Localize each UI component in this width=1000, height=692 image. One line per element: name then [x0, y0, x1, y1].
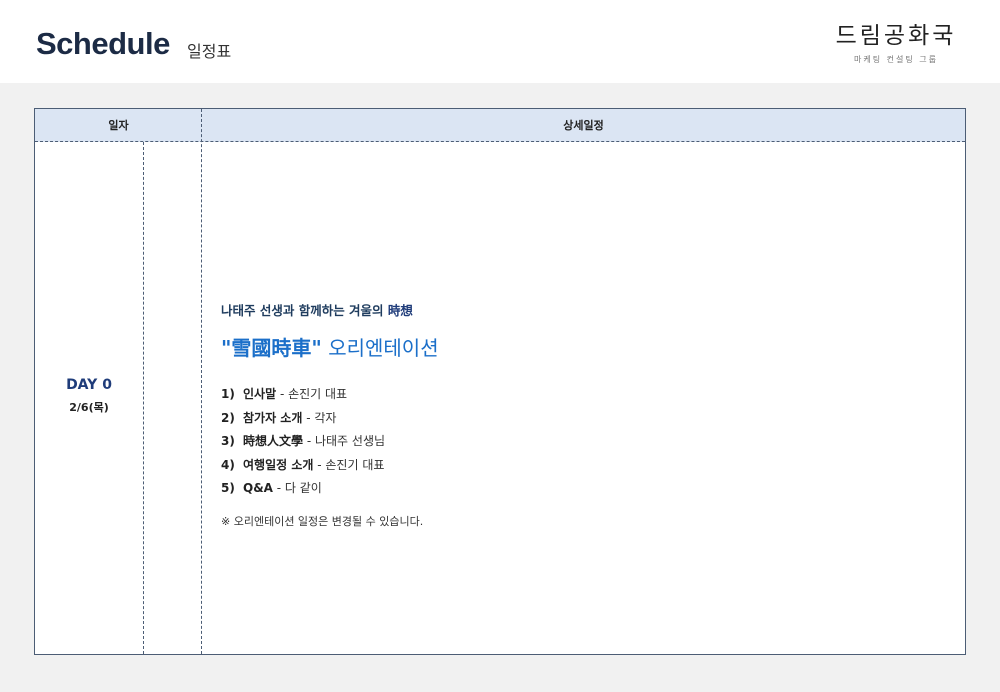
- headline-quoted: "雪國時車": [221, 336, 322, 360]
- detail-cell: 나태주 선생과 함께하는 겨울의 時想 "雪國時車" 오리엔테이션 1) 인사말 …: [221, 300, 921, 529]
- agenda-list: 1) 인사말 - 손진기 대표 2) 참가자 소개 - 각자 3) 時想人文學 - 나…: [221, 383, 921, 501]
- day-cell: DAY 0 2/6(목): [35, 377, 143, 415]
- page-title: Schedule: [36, 26, 170, 61]
- agenda-desc: - 다 같이: [272, 481, 322, 495]
- agenda-number: 4): [221, 457, 235, 472]
- agenda-item: 1) 인사말 - 손진기 대표: [221, 383, 921, 407]
- top-bar: Schedule 일정표 드림공화국 마케팅 컨설팅 그룹: [0, 0, 1000, 83]
- schedule-table: 일자 상세일정 DAY 0 2/6(목) 나태주 선생과 함께하는 겨울의 時想…: [34, 108, 966, 655]
- intro-line: 나태주 선생과 함께하는 겨울의 時想: [221, 300, 921, 319]
- agenda-title: 인사말: [243, 387, 277, 401]
- agenda-title: Q&A: [243, 481, 273, 495]
- column-header-date: 일자: [108, 119, 129, 132]
- headline-rest: 오리엔테이션: [321, 336, 439, 360]
- agenda-item: 5) Q&A - 다 같이: [221, 477, 921, 501]
- brand-tagline: 마케팅 컨설팅 그룹: [854, 55, 938, 64]
- table-header: 일자 상세일정: [35, 109, 965, 142]
- day-date: 2/6(목): [69, 401, 109, 414]
- intro-text: 나태주 선생과 함께하는 겨울의: [221, 303, 388, 318]
- agenda-title: 여행일정 소개: [243, 457, 314, 472]
- agenda-number: 3): [221, 434, 235, 448]
- brand-name: 드림공화국: [835, 23, 957, 49]
- agenda-number: 2): [221, 410, 235, 425]
- brand-logo: 드림공화국 마케팅 컨설팅 그룹: [826, 22, 966, 65]
- headline: "雪國時車" 오리엔테이션: [221, 332, 921, 361]
- page-subtitle: 일정표: [187, 42, 232, 61]
- agenda-item: 2) 참가자 소개 - 각자: [221, 407, 921, 431]
- column-divider: [201, 109, 202, 654]
- agenda-number: 5): [221, 481, 235, 495]
- day-label: DAY 0: [66, 377, 112, 393]
- agenda-desc: - 각자: [302, 410, 337, 425]
- agenda-desc: - 나태주 선생님: [303, 434, 386, 448]
- schedule-note: ※ 오리엔테이션 일정은 변경될 수 있습니다.: [221, 514, 424, 528]
- agenda-number: 1): [221, 387, 235, 401]
- agenda-title: 時想人文學: [243, 434, 304, 448]
- agenda-desc: - 손진기 대표: [276, 387, 348, 401]
- agenda-title: 참가자 소개: [243, 410, 303, 425]
- agenda-item: 3) 時想人文學 - 나태주 선생님: [221, 430, 921, 454]
- intro-highlight: 時想: [387, 303, 413, 318]
- agenda-item: 4) 여행일정 소개 - 손진기 대표: [221, 454, 921, 478]
- agenda-desc: - 손진기 대표: [313, 457, 385, 472]
- inner-divider: [143, 142, 144, 654]
- column-header-detail: 상세일정: [563, 119, 604, 132]
